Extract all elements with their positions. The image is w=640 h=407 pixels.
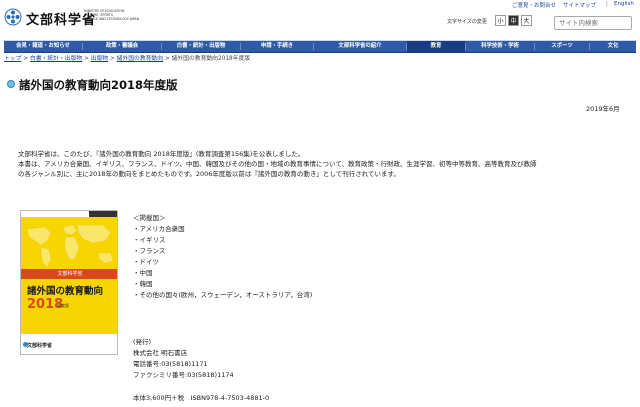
- mext-logo-icon[interactable]: [4, 8, 22, 26]
- breadcrumb-link[interactable]: トップ: [4, 56, 21, 62]
- nav-item-press[interactable]: 会見・報道・お知らせ: [4, 41, 82, 52]
- nav-item-policy[interactable]: 政策・審議会: [83, 41, 161, 52]
- breadcrumb: トップ > 白書・統計・出版物 > 出版物 > 諸外国の教育動向 > 諸外国の教…: [4, 53, 250, 62]
- breadcrumb-separator: >: [164, 56, 170, 62]
- breadcrumb-link[interactable]: 出版物: [91, 56, 108, 62]
- font-size-large-button[interactable]: 大: [521, 15, 532, 26]
- nav-item-sports[interactable]: スポーツ: [535, 41, 589, 52]
- book-cover-image: 文部科学省 諸外国の教育動向 2018 年度版 文部科学省: [20, 210, 118, 355]
- publication-date: 2019年6月: [586, 105, 620, 113]
- site-search-input[interactable]: [554, 16, 632, 30]
- breadcrumb-link[interactable]: 白書・統計・出版物: [30, 56, 82, 62]
- breadcrumb-current: 諸外国の教育動向2018年度版: [171, 56, 251, 62]
- country-item: ・韓国: [133, 280, 153, 288]
- font-size-small-button[interactable]: 小: [495, 15, 506, 26]
- description-paragraph: 文部科学省は、このたび、『諸外国の教育動向 2018年度版』(教育調査第156集…: [18, 150, 305, 158]
- cover-dark-band: [89, 211, 117, 217]
- country-item: ・その他の国々(欧州，スウェーデン，オーストラリア，台湾): [133, 291, 313, 299]
- cover-logo-text: 文部科学省: [27, 343, 53, 349]
- font-size-medium-button[interactable]: 中: [508, 15, 519, 26]
- countries-heading: ＜掲載国＞: [133, 214, 166, 222]
- publisher-fax: ファクシミリ番号:03(5818)1174: [133, 371, 234, 379]
- nav-item-education[interactable]: 教育: [407, 41, 465, 52]
- nav-item-applications[interactable]: 申請・手続き: [241, 41, 313, 52]
- font-size-label: 文字サイズの変更: [447, 19, 487, 25]
- publisher-heading: (発行): [133, 338, 152, 346]
- nav-item-science[interactable]: 科学技術・学術: [466, 41, 534, 52]
- site-logo-subtitle: MINISTRY OF EDUCATION, CULTURE, SPORTS, …: [84, 9, 144, 21]
- country-item: ・ドイツ: [133, 258, 159, 266]
- page-title: 諸外国の教育動向2018年度版: [19, 78, 178, 92]
- cover-band-label: 文部科学省: [57, 271, 83, 277]
- breadcrumb-link[interactable]: 諸外国の教育動向: [117, 56, 163, 62]
- description-paragraph: 本書は、アメリカ合衆国、イギリス、フランス、ドイツ、中国、韓国及びその他の国・地…: [18, 160, 537, 168]
- global-nav: 会見・報道・お知らせ 政策・審議会 白書・統計・出版物 申請・手続き 文部科学省…: [4, 40, 636, 53]
- country-item: ・アメリカ合衆国: [133, 225, 185, 233]
- breadcrumb-separator: >: [83, 56, 89, 62]
- nav-item-culture[interactable]: 文化: [590, 41, 636, 52]
- nav-item-publications[interactable]: 白書・統計・出版物: [162, 41, 240, 52]
- breadcrumb-separator: >: [23, 56, 29, 62]
- breadcrumb-separator: >: [109, 56, 115, 62]
- cover-title: 諸外国の教育動向: [27, 286, 104, 297]
- country-item: ・イギリス: [133, 236, 166, 244]
- nav-item-about[interactable]: 文部科学省の紹介: [314, 41, 406, 52]
- cover-year-suffix: 年度版: [57, 303, 69, 308]
- price-isbn: 本体3,600円＋税 ISBN978-4-7503-4881-0: [133, 394, 270, 402]
- country-item: ・フランス: [133, 247, 166, 255]
- world-map-icon: [26, 224, 114, 268]
- description-paragraph: の各ジャンル別に、主に2018年の動向をまとめたものです。2006年度版以前は『…: [18, 170, 400, 178]
- sitemap-link[interactable]: サイトマップ: [563, 1, 596, 9]
- logo-sub-line: SCIENCE AND TECHNOLOGY-JAPAN: [84, 17, 140, 21]
- publisher-phone: 電話番号:03(5818)1171: [133, 360, 208, 368]
- top-link-separator: |: [606, 1, 608, 7]
- country-item: ・中国: [133, 269, 153, 277]
- english-link[interactable]: English: [614, 1, 634, 7]
- publisher-name: 株式会社 明石書店: [133, 349, 188, 357]
- title-bullet-icon: [7, 80, 15, 88]
- contact-link[interactable]: ご意見・お問合せ: [512, 1, 556, 9]
